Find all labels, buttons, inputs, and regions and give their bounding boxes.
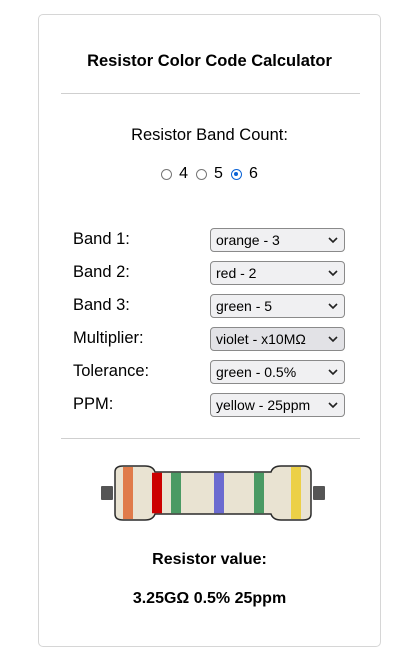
radio-button[interactable]	[196, 168, 208, 180]
chevron-down-icon	[328, 303, 338, 310]
band-1-label: Band 1:	[73, 230, 130, 248]
radio-label: 6	[248, 165, 258, 182]
chevron-down-icon	[328, 402, 338, 409]
multiplier-label: Multiplier:	[73, 329, 144, 347]
resistor-illustration	[101, 465, 325, 521]
resistor-lead-right	[313, 486, 325, 500]
page-title: Resistor Color Code Calculator	[87, 52, 332, 70]
ppm-value: yellow - 25ppm	[216, 397, 311, 413]
tolerance-label: Tolerance:	[73, 362, 150, 380]
band-2-label: Band 2:	[73, 263, 130, 281]
divider	[61, 93, 360, 94]
radio-button-selected[interactable]	[230, 168, 242, 180]
band-3-row: Band 3: green - 5	[73, 294, 347, 318]
ppm-label: PPM:	[73, 395, 114, 413]
ppm-stripe	[291, 467, 301, 519]
band-2-row: Band 2: red - 2	[73, 261, 347, 285]
band-3-stripe	[171, 472, 181, 514]
resistor-diagram	[101, 462, 325, 522]
tolerance-row: Tolerance: green - 0.5%	[73, 360, 347, 384]
multiplier-value: violet - x10MΩ	[216, 331, 306, 347]
band-3-select[interactable]: green - 5	[210, 294, 345, 318]
resistor-value: 3.25GΩ 0.5% 25ppm	[132, 590, 287, 607]
resistor-value-label: Resistor value:	[152, 551, 267, 568]
ppm-row: PPM: yellow - 25ppm	[73, 393, 347, 417]
resistor-lead-left	[101, 486, 113, 500]
chevron-down-icon	[328, 237, 338, 244]
band-2-stripe	[152, 472, 162, 514]
radio-label: 5	[214, 165, 223, 182]
tolerance-select[interactable]: green - 0.5%	[210, 360, 345, 384]
band-count-radio-group: 4 5 6	[39, 165, 380, 183]
band-2-select[interactable]: red - 2	[210, 261, 345, 285]
radio-option-5[interactable]: 5	[196, 165, 223, 183]
radio-button[interactable]	[161, 168, 173, 180]
band-3-value: green - 5	[216, 298, 273, 314]
tolerance-stripe	[254, 472, 264, 514]
radio-option-4[interactable]: 4	[161, 165, 188, 183]
tolerance-value: green - 0.5%	[216, 364, 297, 380]
band-count-label: Resistor Band Count:	[131, 126, 288, 144]
band-1-select[interactable]: orange - 3	[210, 228, 345, 252]
resistor-body	[114, 465, 312, 521]
calculator-card: Resistor Color Code Calculator Resistor …	[38, 14, 381, 647]
chevron-down-icon	[328, 369, 338, 376]
band-1-row: Band 1: orange - 3	[73, 228, 347, 252]
multiplier-stripe	[214, 472, 224, 514]
band-1-stripe	[123, 467, 133, 519]
radio-label: 4	[179, 165, 189, 182]
radio-option-6[interactable]: 6	[230, 165, 258, 183]
multiplier-select[interactable]: violet - x10MΩ	[210, 327, 345, 351]
band-3-label: Band 3:	[73, 296, 130, 314]
band-2-value: red - 2	[216, 265, 257, 281]
band-1-value: orange - 3	[216, 232, 280, 248]
multiplier-row: Multiplier: violet - x10MΩ	[73, 327, 347, 351]
divider	[61, 438, 360, 439]
chevron-down-icon	[328, 336, 338, 343]
chevron-down-icon	[328, 270, 338, 277]
ppm-select[interactable]: yellow - 25ppm	[210, 393, 345, 417]
